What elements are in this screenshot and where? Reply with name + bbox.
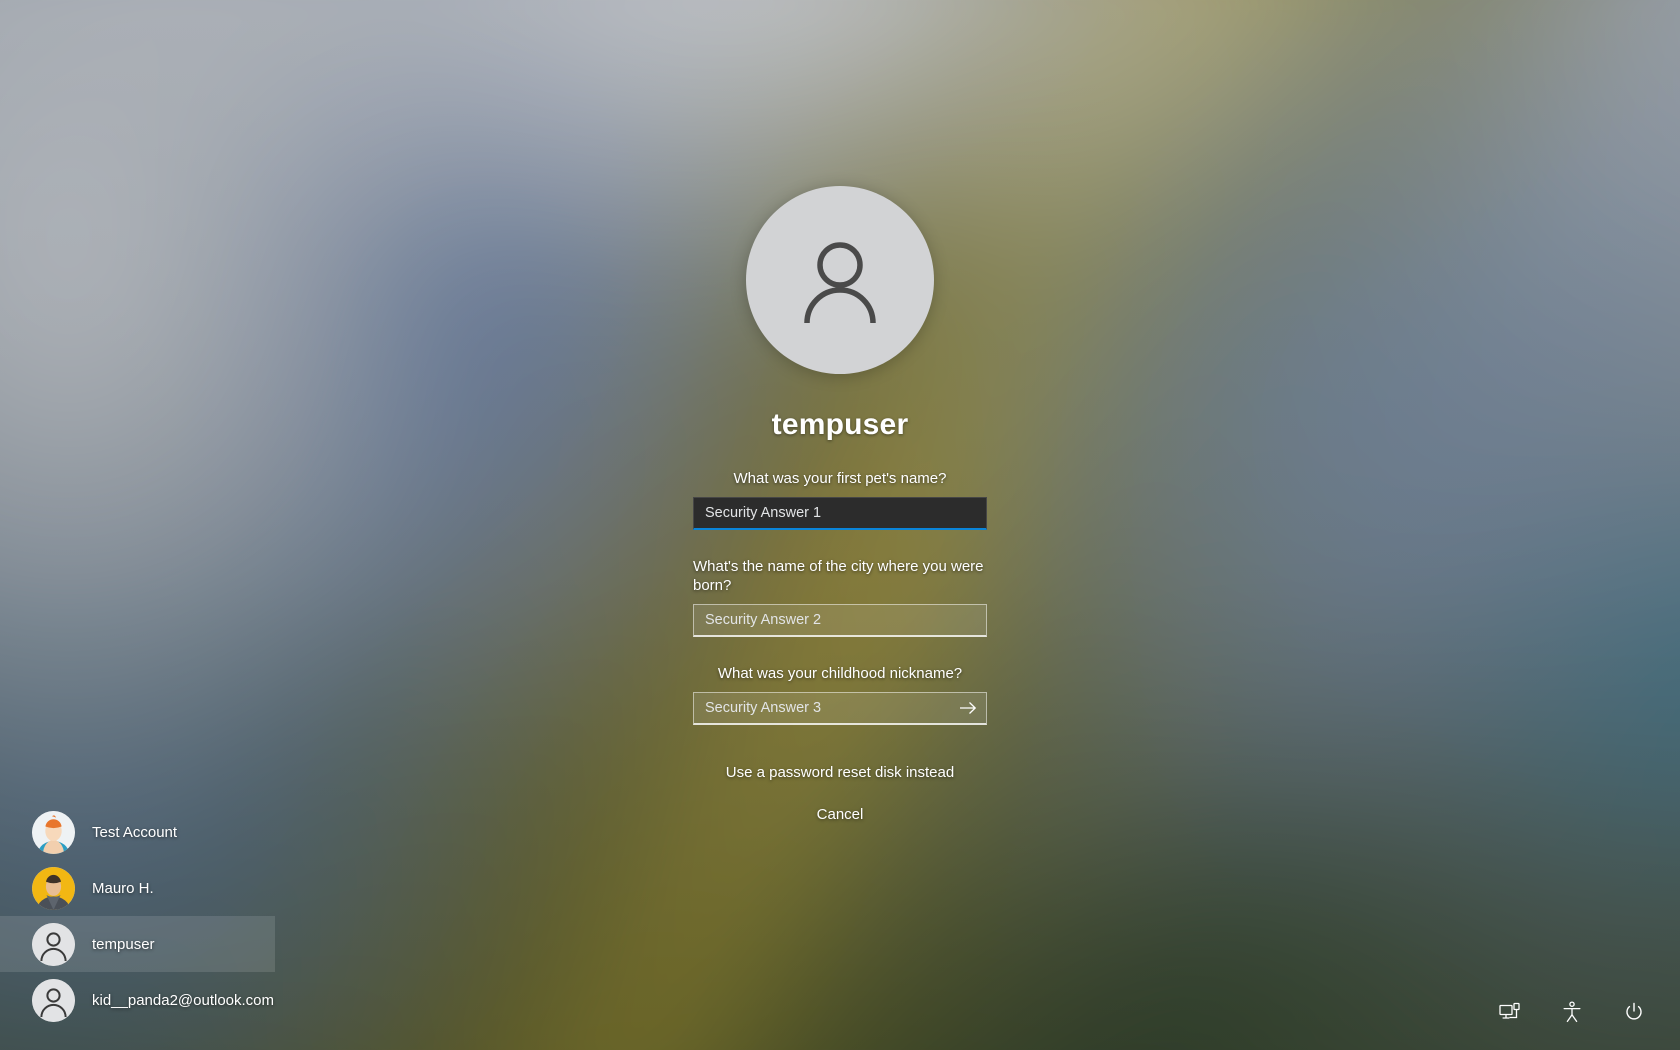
user-list-item-tempuser[interactable]: tempuser — [0, 916, 275, 972]
security-question-label-2: What's the name of the city where you we… — [693, 558, 984, 594]
user-list-item-test-account[interactable]: Test Account — [0, 804, 275, 860]
avatar — [32, 866, 75, 910]
security-question-block-2: What's the name of the city where you we… — [693, 530, 987, 637]
ease-of-access-button[interactable] — [1552, 992, 1592, 1032]
user-list-item-label: kid__panda2@outlook.com — [92, 991, 275, 1009]
security-answer-field-1[interactable] — [693, 497, 987, 531]
default-user-avatar-icon — [32, 922, 75, 966]
arrow-right-icon[interactable] — [959, 699, 977, 717]
cancel-button[interactable]: Cancel — [817, 806, 864, 823]
network-icon — [1499, 1002, 1520, 1019]
security-question-block-1: What was your first pet's name? — [693, 442, 987, 531]
system-tray — [1490, 992, 1654, 1032]
security-question-label-1: What was your first pet's name? — [733, 470, 947, 487]
user-account-list: Test Account Mauro H. tempuser kid__pand… — [0, 804, 275, 1028]
user-list-item-label: tempuser — [92, 935, 155, 953]
security-answer-input-1[interactable] — [694, 498, 986, 529]
page-title: tempuser — [771, 408, 909, 441]
photo-avatar-icon — [32, 866, 75, 910]
security-question-label-3: What was your childhood nickname? — [717, 664, 963, 682]
avatar — [32, 810, 75, 854]
network-button[interactable] — [1490, 992, 1530, 1032]
default-user-avatar-icon — [32, 978, 75, 1022]
security-answer-input-2[interactable] — [694, 604, 986, 635]
power-button[interactable] — [1614, 992, 1654, 1032]
user-list-item-label: Test Account — [92, 823, 178, 841]
security-answer-field-3[interactable] — [693, 692, 987, 726]
photo-avatar-icon — [32, 810, 75, 854]
ease-of-access-icon — [1563, 1001, 1581, 1023]
power-icon — [1626, 1002, 1642, 1020]
security-answer-input-3[interactable] — [694, 693, 986, 724]
login-panel: tempuser What was your first pet's name?… — [0, 186, 1680, 823]
avatar — [32, 922, 75, 966]
security-answer-field-2[interactable] — [693, 603, 987, 637]
user-list-item-kid-panda2[interactable]: kid__panda2@outlook.com — [0, 972, 275, 1028]
avatar — [746, 186, 934, 374]
user-list-item-mauro-h[interactable]: Mauro H. — [0, 860, 275, 916]
default-user-avatar-icon — [804, 242, 876, 324]
avatar — [32, 978, 75, 1022]
user-list-item-label: Mauro H. — [92, 879, 154, 897]
password-reset-disk-link[interactable]: Use a password reset disk instead — [726, 764, 954, 781]
security-question-block-3: What was your childhood nickname? — [693, 637, 987, 726]
